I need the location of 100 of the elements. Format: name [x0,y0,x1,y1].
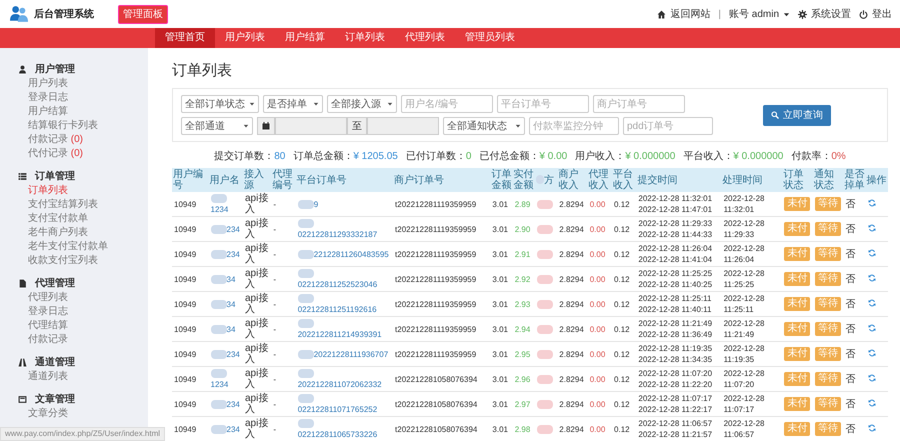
nav-tab[interactable]: 用户结算 [275,28,335,48]
date-field[interactable] [275,117,347,135]
power-icon [859,10,868,18]
sidebar-item[interactable]: 文章分类 [18,407,148,421]
order-link[interactable]: 022122811251192616 [296,292,394,316]
select-field[interactable]: 全部接入源 [327,95,397,113]
refresh-icon [868,348,876,356]
username-link[interactable]: 234 [208,416,243,441]
file-icon [18,278,27,288]
table-cell: 0.12 [612,192,636,216]
separator: | [718,8,721,22]
nav-tab[interactable]: 用户列表 [215,28,275,48]
order-link[interactable]: 022122811071765252 [296,392,394,416]
username-link[interactable]: 234 [208,216,243,242]
order-link[interactable]: 022122811293332187 [296,216,394,242]
table-cell-text: 2022-12-28 11:06:57 [638,418,714,429]
input-field[interactable]: 平台订单号 [497,95,589,113]
refresh-button[interactable] [868,424,876,432]
table-cell: 3.01 [490,292,513,316]
sidebar-item[interactable]: 订单列表 [18,184,148,198]
status-badge: 等待 [814,347,841,361]
sidebar-item[interactable]: 付款记录 [18,333,148,347]
refresh-button[interactable] [868,248,876,256]
search-icon [771,111,779,119]
header-link[interactable]: 登出 [859,6,892,22]
select-field[interactable]: 全部订单状态 [181,95,259,113]
table-cell: - [271,366,296,392]
input-field[interactable]: 用户名/编号 [401,95,493,113]
refresh-button[interactable] [868,324,876,332]
order-link[interactable]: 20221228111936707 [296,342,394,366]
search-button[interactable]: 立即查询 [763,104,831,126]
username-link[interactable]: 234 [208,242,243,266]
sidebar-item[interactable]: 代理结算 [18,319,148,333]
status-badge: 等待 [814,222,841,236]
select-field[interactable]: 全部通道 [181,117,253,135]
nav-tab[interactable]: 管理员列表 [455,28,525,48]
input-field[interactable]: 付款率监控分钟 [529,117,619,135]
username-link[interactable]: 234 [208,342,243,366]
order-link[interactable]: 2022122811214939391 [296,316,394,342]
input-field[interactable]: pdd订单号 [623,117,713,135]
sidebar-item[interactable]: 代付记录 (0) [18,147,148,161]
sidebar-item[interactable]: 结算银行卡列表 [18,119,148,133]
order-link[interactable]: 9 [296,192,394,216]
table-cell: 2.8294 [557,266,588,292]
sidebar-item[interactable]: 支付宝付款单 [18,212,148,226]
refresh-button[interactable] [868,298,876,306]
refresh-button[interactable] [868,348,876,356]
nav-tab[interactable]: 代理列表 [395,28,455,48]
table-cell-text: 2022-12-28 11:07:20 [638,368,714,379]
sidebar-heading: 订单管理 [35,170,75,184]
input-field[interactable]: 商户订单号 [593,95,685,113]
select-field[interactable]: 是否掉单 [263,95,323,113]
sidebar-item[interactable]: 老牛支付宝付款单 [18,240,148,254]
select-field[interactable]: 全部通知状态 [443,117,525,135]
table-cell: 2.8294 [557,192,588,216]
order-link[interactable]: 2022122811072062332 [296,366,394,392]
header-link[interactable]: 返回网站 [657,6,710,22]
sidebar-item[interactable]: 代理列表 [18,291,148,305]
sidebar-item[interactable]: 付款记录 (0) [18,133,148,147]
sidebar-item[interactable]: 登录日志 [18,91,148,105]
refresh-button[interactable] [868,374,876,382]
newspaper-icon [18,394,27,404]
date-separator: 至 [352,120,362,134]
sidebar-item[interactable]: 支付宝结算列表 [18,198,148,212]
refresh-button[interactable] [868,274,876,282]
sidebar-item[interactable]: 老牛商户列表 [18,226,148,240]
refresh-button[interactable] [868,398,876,406]
sidebar-item[interactable]: 登录日志 [18,305,148,319]
users-icon [8,5,30,23]
order-link[interactable]: 22122811260483595 [296,242,394,266]
username-link[interactable]: 234 [208,392,243,416]
order-link[interactable]: 022122811252523046 [296,266,394,292]
account-dropdown[interactable]: 账号 admin [728,6,790,22]
sidebar-item[interactable]: 用户结算 [18,105,148,119]
username-link[interactable]: 34 [208,316,243,342]
refresh-button[interactable] [868,224,876,232]
stat-label: 付款率： [791,151,832,162]
table-cell: 0.00 [588,292,612,316]
header-link[interactable]: 系统设置 [798,6,851,22]
refresh-button[interactable] [868,198,876,206]
date-field[interactable] [367,117,439,135]
table-cell: t202212281119359959 [393,316,490,342]
nav-tab[interactable]: 管理首页 [155,28,215,48]
username-link[interactable]: 1234 [208,366,243,392]
table-cell: 0.12 [612,292,636,316]
nav-tab[interactable]: 订单列表 [335,28,395,48]
order-link[interactable]: 022122811065733226 [296,416,394,441]
table-cell: 3.01 [490,366,513,392]
blurred-text [537,400,553,409]
sidebar-item[interactable]: 通道列表 [18,370,148,384]
refresh-icon [868,298,876,306]
username-link[interactable]: 34 [208,266,243,292]
username-link[interactable]: 1234 [208,192,243,216]
sidebar-item[interactable]: 用户列表 [18,77,148,91]
table-cell: 3.01 [490,316,513,342]
column-header: 商户订单号 [393,168,490,192]
sidebar-item[interactable]: 收款支付宝列表 [18,254,148,268]
username-link[interactable]: 34 [208,292,243,316]
table-cell-text: 2022-12-28 11:47:01 [638,204,714,215]
table-cell: 0.12 [612,242,636,266]
